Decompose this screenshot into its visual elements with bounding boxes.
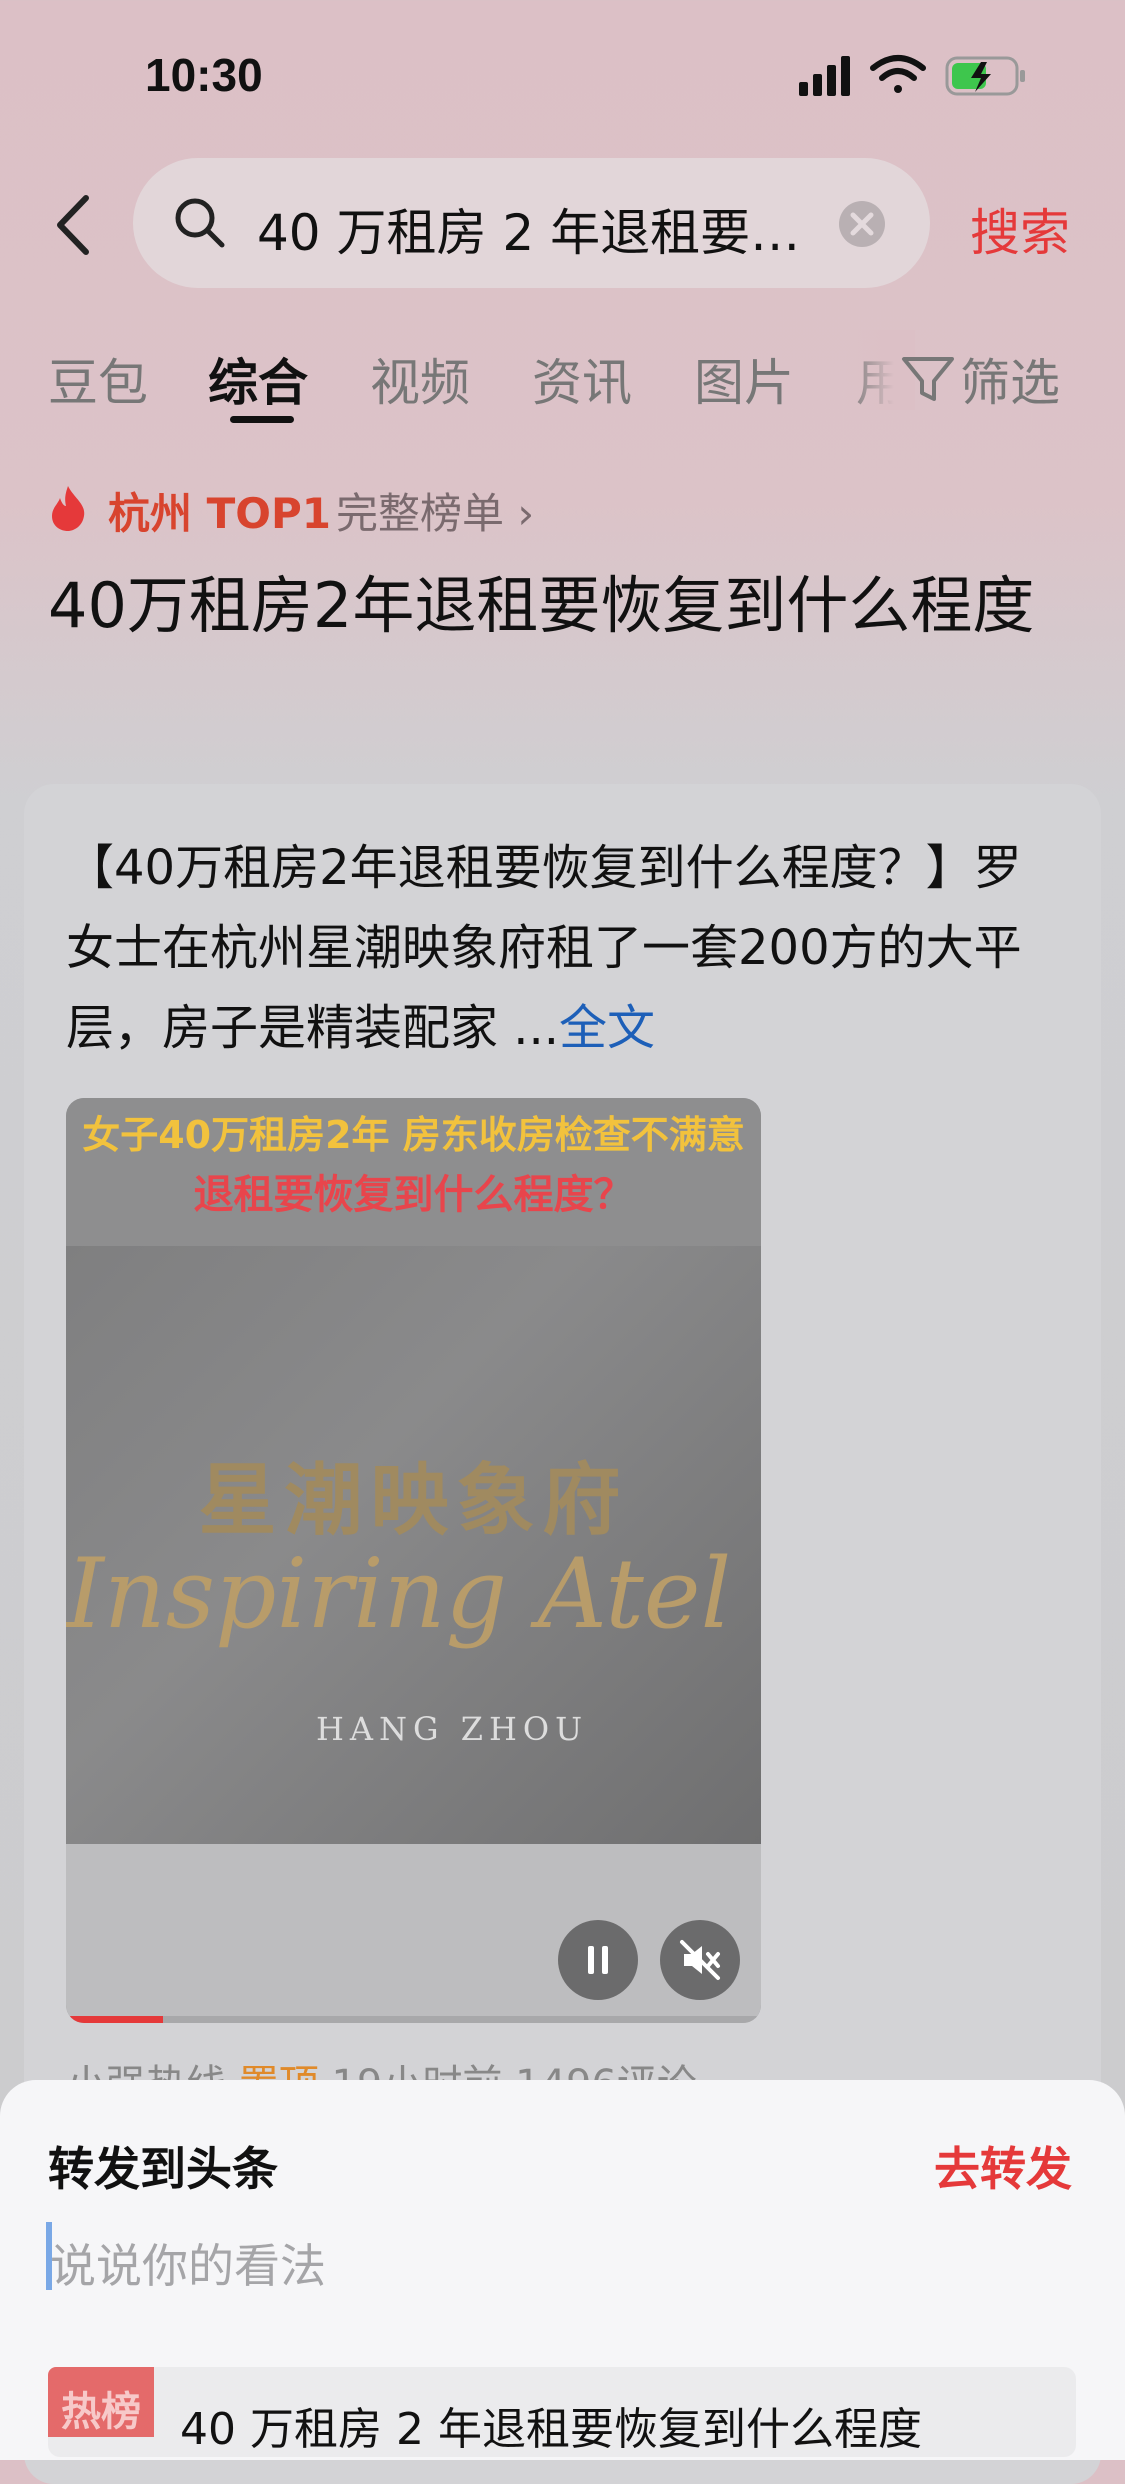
filter-button[interactable]: 筛选 <box>900 343 1060 415</box>
video-caption-2: 退租要恢复到什么程度？ <box>193 1172 634 1218</box>
flame-icon <box>52 486 85 531</box>
video-floor <box>66 1844 761 2023</box>
video-sign-en: Inspiring Atel <box>66 1538 732 1650</box>
full-list-link[interactable]: 完整榜单 › <box>336 480 534 541</box>
topic-title: 40万租房2年退租要恢复到什么程度 <box>48 569 1035 642</box>
back-arrow-icon[interactable] <box>50 190 100 260</box>
mute-button[interactable] <box>660 1920 740 2000</box>
pause-icon <box>588 1946 608 1974</box>
tab-news[interactable]: 资讯 <box>532 343 632 415</box>
tab-video[interactable]: 视频 <box>370 343 470 415</box>
search-icon <box>175 198 225 248</box>
pause-button[interactable] <box>558 1920 638 2000</box>
battery-icon <box>945 56 1025 96</box>
read-more-link[interactable]: 全文 <box>559 1000 655 1056</box>
video-caption-1: 女子40万租房2年 房东收房检查不满意 <box>82 1113 745 1157</box>
clear-icon[interactable] <box>838 200 886 248</box>
tab-all[interactable]: 综合 <box>208 343 308 415</box>
video-progress-fill <box>66 2016 164 2023</box>
share-sheet-title: 转发到头条 <box>48 2142 278 2196</box>
status-icons <box>799 55 1025 96</box>
filter-label: 筛选 <box>960 354 1060 412</box>
hot-rank[interactable]: 杭州 TOP1 <box>108 480 331 541</box>
video-sign-cn: 星潮映象府 <box>198 1455 629 1546</box>
tab-images[interactable]: 图片 <box>694 343 794 415</box>
video-player[interactable]: 女子40万租房2年 房东收房检查不满意 退租要恢复到什么程度？ 星潮映象府 In… <box>66 1098 761 2023</box>
wifi-icon <box>870 55 926 93</box>
quote-thumbnail: 热榜 <box>48 2367 154 2437</box>
tab-doubao[interactable]: 豆包 <box>48 343 148 415</box>
filter-icon <box>902 357 954 401</box>
video-sign-city: HANG ZHOU <box>316 1710 589 1748</box>
signal-icon <box>799 56 850 96</box>
post-text: 【40万租房2年退租要恢复到什么程度？】罗女士在杭州星潮映象府租了一套200方的… <box>66 840 1022 1056</box>
quoted-topic-title: 40 万租房 2 年退租要恢复到什么程度 <box>180 2404 922 2455</box>
post-text-block[interactable]: 【40万租房2年退租要恢复到什么程度？】罗女士在杭州星潮映象府租了一套200方的… <box>66 828 1066 1068</box>
search-input[interactable]: 40 万租房 2 年退租要… <box>257 193 800 265</box>
video-progress-track[interactable] <box>66 2016 761 2023</box>
status-time: 10:30 <box>145 49 263 101</box>
search-button[interactable]: 搜索 <box>970 193 1070 265</box>
speaker-muted-icon <box>680 1940 720 1980</box>
repost-button[interactable]: 去转发 <box>934 2133 1072 2199</box>
comment-input[interactable]: 说说你的看法 <box>50 2230 326 2296</box>
tab-active-indicator <box>230 416 294 423</box>
